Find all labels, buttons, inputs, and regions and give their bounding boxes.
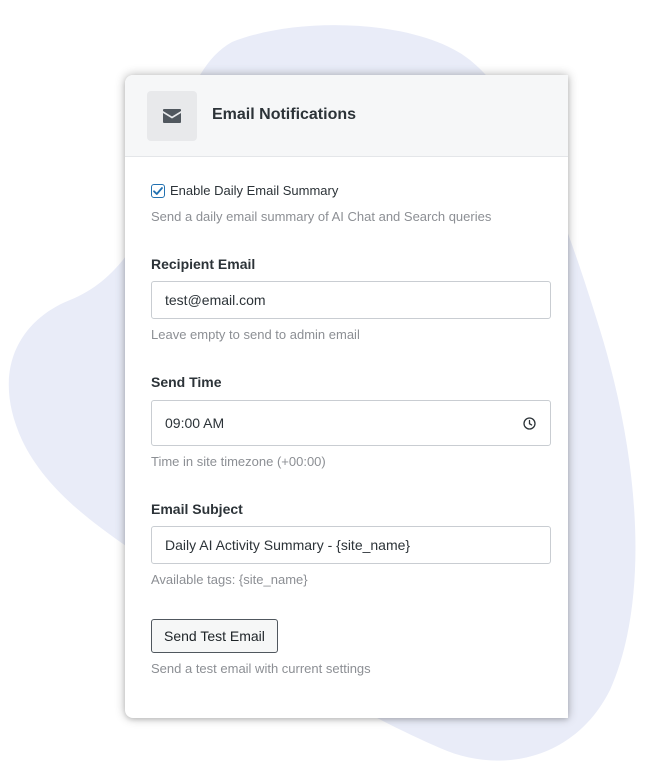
envelope-icon [163,109,181,123]
daily-summary-help: Send a daily email summary of AI Chat an… [151,209,492,224]
recipient-email-help: Leave empty to send to admin email [151,327,360,342]
recipient-email-label: Recipient Email [151,256,256,272]
card-header: Email Notifications [125,75,568,157]
send-time-help: Time in site timezone (+00:00) [151,454,326,469]
email-subject-value: Daily AI Activity Summary - {site_name} [165,537,411,553]
daily-summary-label[interactable]: Enable Daily Email Summary [170,183,338,198]
recipient-email-input[interactable]: test@email.com [151,281,551,319]
send-time-value: 09:00 AM [165,415,225,431]
email-subject-label: Email Subject [151,501,243,517]
send-time-label: Send Time [151,374,222,390]
clock-icon[interactable] [523,416,536,430]
icon-box [147,91,197,141]
email-subject-help: Available tags: {site_name} [151,572,308,587]
recipient-email-value: test@email.com [165,292,266,308]
send-time-input[interactable]: 09:00 AM [151,400,551,446]
email-notifications-card: Email Notifications Enable Daily Email S… [125,75,568,718]
daily-summary-toggle[interactable]: Enable Daily Email Summary [151,183,338,198]
screen: Email Notifications Enable Daily Email S… [0,0,652,775]
send-test-email-button[interactable]: Send Test Email [151,619,278,653]
checkmark-icon [153,186,163,195]
daily-summary-checkbox[interactable] [151,183,165,198]
email-subject-input[interactable]: Daily AI Activity Summary - {site_name} [151,526,551,564]
send-test-email-help: Send a test email with current settings [151,661,371,676]
card-title: Email Notifications [212,106,357,123]
